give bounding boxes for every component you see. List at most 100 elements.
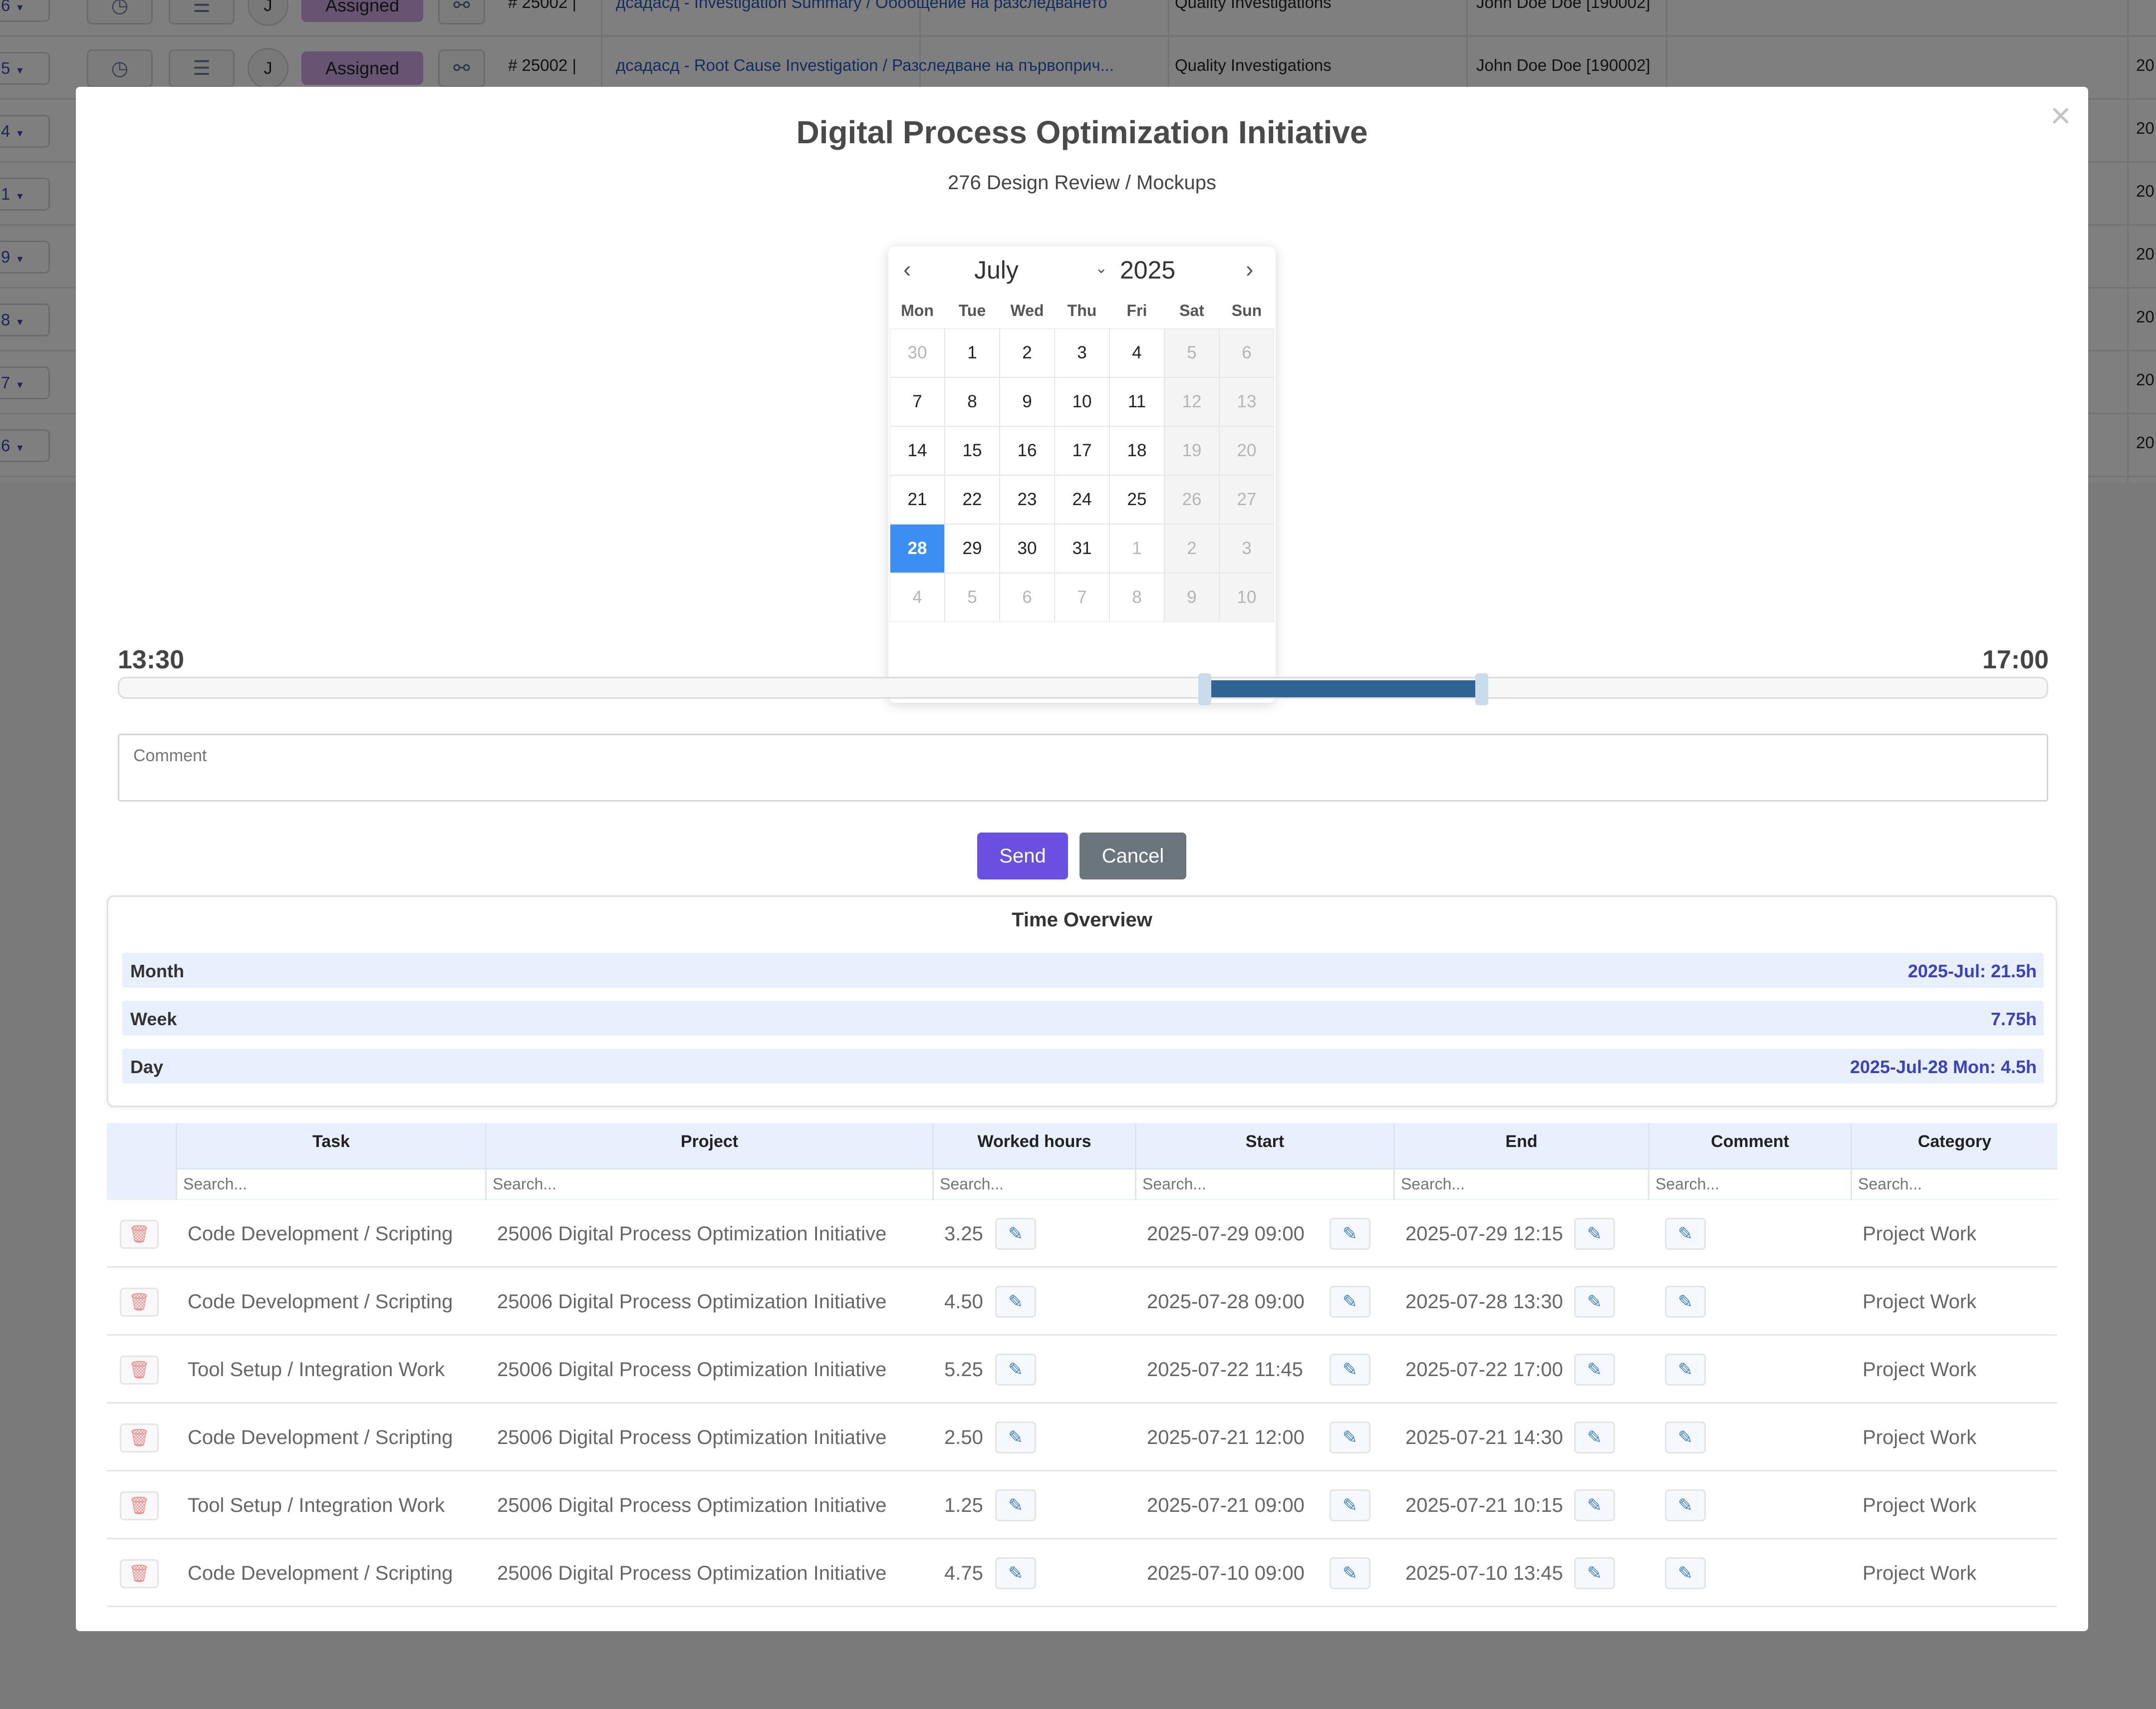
- edit-icon[interactable]: ✎: [1665, 1422, 1706, 1453]
- column-search-input[interactable]: [934, 1168, 1135, 1199]
- edit-icon[interactable]: ✎: [995, 1354, 1036, 1386]
- calendar-day[interactable]: 4: [890, 573, 945, 622]
- chevron-right-icon[interactable]: ›: [1246, 256, 1253, 283]
- edit-icon[interactable]: ✎: [1574, 1422, 1615, 1453]
- column-search-input[interactable]: [1852, 1168, 2057, 1199]
- chevron-down-icon[interactable]: ⌄: [1095, 260, 1107, 277]
- table-row: 🗑 Tool Setup / Integration Work 25006 Digi…: [107, 1336, 2057, 1404]
- calendar-day[interactable]: 10: [1219, 573, 1274, 622]
- edit-icon[interactable]: ✎: [995, 1557, 1036, 1589]
- column-search-input[interactable]: [1136, 1168, 1393, 1199]
- calendar-day[interactable]: 25: [1109, 475, 1164, 524]
- edit-icon[interactable]: ✎: [1665, 1354, 1706, 1386]
- trash-icon[interactable]: 🗑: [120, 1220, 159, 1249]
- calendar-day[interactable]: 30: [890, 328, 945, 377]
- calendar-day[interactable]: 8: [945, 377, 1000, 426]
- calendar-day[interactable]: 6: [1219, 328, 1274, 377]
- calendar-day[interactable]: 15: [945, 426, 1000, 475]
- calendar-day[interactable]: 3: [1219, 524, 1274, 573]
- calendar-day[interactable]: 20: [1219, 426, 1274, 475]
- edit-icon[interactable]: ✎: [1665, 1218, 1706, 1250]
- edit-icon[interactable]: ✎: [1574, 1489, 1615, 1521]
- calendar-day[interactable]: 11: [1109, 377, 1164, 426]
- calendar-day-selected[interactable]: 28: [890, 524, 945, 573]
- overview-row-month: Month 2025-Jul: 21.5h: [122, 953, 2044, 988]
- calendar-day[interactable]: 10: [1055, 377, 1109, 426]
- calendar-day[interactable]: 18: [1109, 426, 1164, 475]
- table-row: 🗑 Code Development / Scripting 25006 Digit…: [107, 1268, 2057, 1336]
- column-search-input[interactable]: [177, 1168, 485, 1199]
- calendar-day[interactable]: 3: [1055, 328, 1109, 377]
- calendar-day[interactable]: 2: [1164, 524, 1219, 573]
- calendar-day[interactable]: 7: [890, 377, 945, 426]
- trash-icon[interactable]: 🗑: [120, 1491, 159, 1520]
- calendar-day[interactable]: 19: [1164, 426, 1219, 475]
- column-header-task: Task: [176, 1123, 485, 1200]
- calendar-day[interactable]: 9: [1000, 377, 1055, 426]
- calendar-day[interactable]: 27: [1219, 475, 1274, 524]
- edit-icon[interactable]: ✎: [1574, 1218, 1615, 1250]
- edit-icon[interactable]: ✎: [1330, 1422, 1370, 1453]
- calendar-day[interactable]: 30: [1000, 524, 1055, 573]
- edit-icon[interactable]: ✎: [1665, 1286, 1706, 1318]
- trash-icon[interactable]: 🗑: [120, 1288, 159, 1317]
- calendar-day[interactable]: 21: [890, 475, 945, 524]
- edit-icon[interactable]: ✎: [1330, 1286, 1370, 1318]
- edit-icon[interactable]: ✎: [995, 1218, 1036, 1250]
- trash-icon[interactable]: 🗑: [120, 1424, 159, 1452]
- calendar-day[interactable]: 8: [1109, 573, 1164, 622]
- calendar-day[interactable]: 6: [1000, 573, 1055, 622]
- comment-textarea[interactable]: [118, 734, 2048, 802]
- edit-icon[interactable]: ✎: [1574, 1286, 1615, 1318]
- trash-icon[interactable]: 🗑: [120, 1559, 159, 1588]
- year-input[interactable]: 2025: [1120, 256, 1175, 285]
- calendar-day[interactable]: 1: [945, 328, 1000, 377]
- column-search-input[interactable]: [1395, 1168, 1648, 1199]
- calendar-day[interactable]: 31: [1055, 524, 1109, 573]
- edit-icon[interactable]: ✎: [995, 1422, 1036, 1453]
- calendar-day[interactable]: 9: [1164, 573, 1219, 622]
- calendar-day[interactable]: 17: [1055, 426, 1109, 475]
- calendar-day[interactable]: 5: [1164, 328, 1219, 377]
- calendar-day[interactable]: 16: [1000, 426, 1055, 475]
- edit-icon[interactable]: ✎: [995, 1286, 1036, 1318]
- calendar-day[interactable]: 2: [1000, 328, 1055, 377]
- cancel-button[interactable]: Cancel: [1079, 833, 1186, 879]
- column-search-input[interactable]: [1649, 1168, 1851, 1199]
- chevron-left-icon[interactable]: ‹: [903, 256, 911, 283]
- calendar-day[interactable]: 23: [1000, 475, 1055, 524]
- time-range-slider[interactable]: [118, 673, 2048, 705]
- calendar-day[interactable]: 24: [1055, 475, 1109, 524]
- range-end-handle[interactable]: [1475, 673, 1488, 705]
- calendar-day[interactable]: 5: [945, 573, 1000, 622]
- calendar-day[interactable]: 4: [1109, 328, 1164, 377]
- column-search-input[interactable]: [487, 1168, 932, 1199]
- task-cell: Tool Setup / Integration Work: [188, 1359, 445, 1381]
- edit-icon[interactable]: ✎: [1330, 1557, 1370, 1589]
- trash-icon[interactable]: 🗑: [120, 1356, 159, 1385]
- start-cell: 2025-07-29 09:00: [1147, 1223, 1305, 1245]
- edit-icon[interactable]: ✎: [1574, 1354, 1615, 1386]
- edit-icon[interactable]: ✎: [1330, 1489, 1370, 1521]
- calendar-day[interactable]: 1: [1109, 524, 1164, 573]
- range-start-handle[interactable]: [1198, 673, 1211, 705]
- month-select[interactable]: July: [974, 256, 1019, 285]
- start-cell: 2025-07-21 09:00: [1147, 1494, 1305, 1516]
- edit-icon[interactable]: ✎: [1574, 1557, 1615, 1589]
- edit-icon[interactable]: ✎: [1330, 1354, 1370, 1386]
- calendar-day[interactable]: 22: [945, 475, 1000, 524]
- calendar-day[interactable]: 29: [945, 524, 1000, 573]
- calendar-day[interactable]: 14: [890, 426, 945, 475]
- calendar-day[interactable]: 26: [1164, 475, 1219, 524]
- edit-icon[interactable]: ✎: [995, 1489, 1036, 1521]
- edit-icon[interactable]: ✎: [1665, 1557, 1706, 1589]
- edit-icon[interactable]: ✎: [1665, 1489, 1706, 1521]
- time-entry-modal: × Digital Process Optimization Initiativ…: [76, 87, 2088, 1631]
- calendar-day[interactable]: 7: [1055, 573, 1109, 622]
- edit-icon[interactable]: ✎: [1330, 1218, 1370, 1250]
- project-cell: 25006 Digital Process Optimization Initi…: [497, 1291, 887, 1313]
- send-button[interactable]: Send: [977, 833, 1068, 879]
- calendar-day[interactable]: 13: [1219, 377, 1274, 426]
- hours-cell: 5.25: [944, 1359, 983, 1381]
- calendar-day[interactable]: 12: [1164, 377, 1219, 426]
